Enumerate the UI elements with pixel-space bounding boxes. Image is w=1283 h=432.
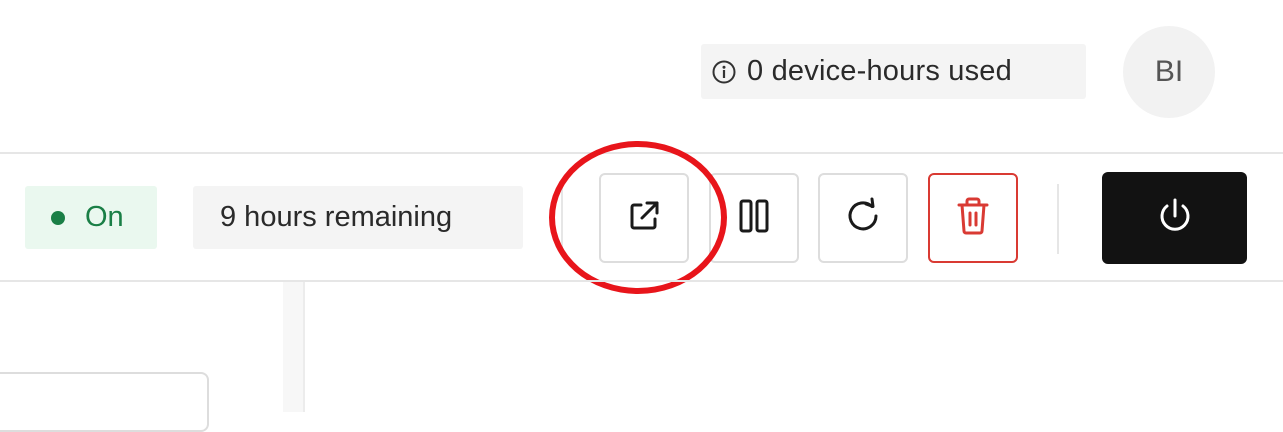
pause-button[interactable] (709, 173, 799, 263)
device-hours-usage-text: 0 device-hours used (747, 55, 1012, 87)
status-dot-icon (51, 210, 65, 225)
header-divider (0, 152, 1283, 154)
open-external-button[interactable] (599, 173, 689, 263)
delete-button[interactable] (928, 173, 1018, 263)
status-badge: On (25, 186, 157, 249)
external-link-icon (624, 196, 664, 241)
toolbar-separator (561, 186, 563, 250)
refresh-icon (841, 194, 885, 243)
user-avatar[interactable]: BI (1123, 26, 1215, 118)
info-icon (711, 59, 737, 85)
toolbar-separator (1057, 184, 1059, 254)
status-label: On (85, 201, 124, 233)
power-button[interactable] (1102, 172, 1247, 264)
panel-resize-handle[interactable] (283, 282, 305, 412)
toolbar-divider (0, 280, 1283, 282)
power-icon (1153, 194, 1197, 243)
restart-button[interactable] (818, 173, 908, 263)
time-remaining-badge: 9 hours remaining (193, 186, 523, 249)
pause-icon (737, 196, 771, 241)
trash-icon (953, 194, 993, 243)
device-hours-usage-badge: 0 device-hours used (701, 44, 1086, 99)
content-card (0, 372, 209, 432)
